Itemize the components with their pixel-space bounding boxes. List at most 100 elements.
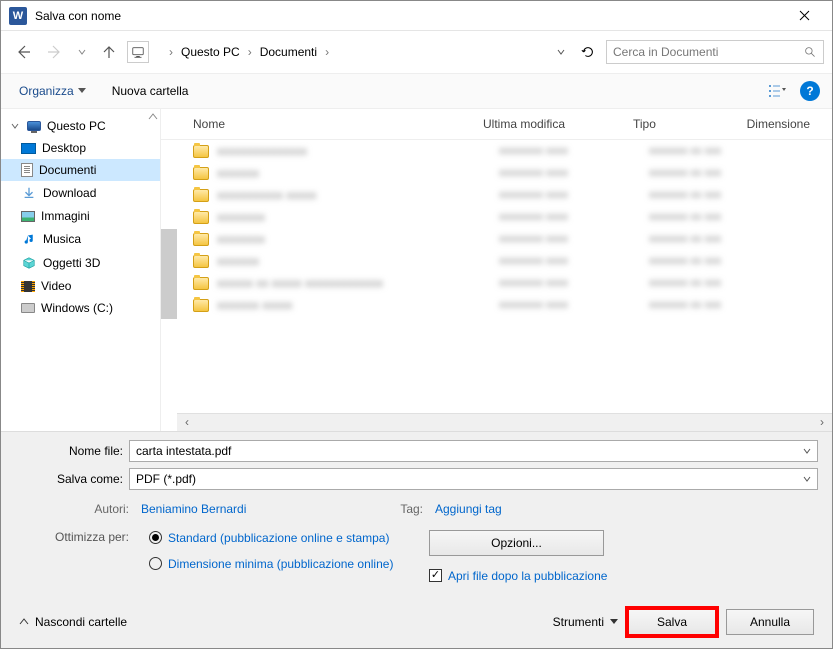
tree-label: Desktop: [42, 141, 86, 155]
breadcrumb-item-documents[interactable]: Documenti: [256, 41, 321, 63]
word-app-icon: W: [9, 7, 27, 25]
cube-icon: [21, 255, 37, 271]
download-icon: [21, 185, 37, 201]
list-item[interactable]: xxxxxxxxxxxxxxxx xxxxxxxxxxx xx xxx: [185, 206, 832, 228]
folder-icon: [193, 167, 209, 180]
tree-item-images[interactable]: Immagini: [1, 205, 160, 227]
radio-standard[interactable]: Standard (pubblicazione online e stampa): [149, 530, 409, 546]
authors-label: Autori:: [59, 502, 129, 516]
folder-icon: [193, 233, 209, 246]
col-modified[interactable]: Ultima modifica: [475, 115, 625, 133]
refresh-button[interactable]: [574, 38, 602, 66]
organize-button[interactable]: Organizza: [13, 80, 92, 102]
options-button[interactable]: Opzioni...: [429, 530, 604, 556]
tags-value[interactable]: Aggiungi tag: [435, 502, 502, 516]
saveas-select[interactable]: PDF (*.pdf): [129, 468, 818, 490]
window-title: Salva con nome: [35, 9, 784, 23]
cancel-button[interactable]: Annulla: [726, 609, 814, 635]
folder-icon: [193, 189, 209, 202]
tree-item-music[interactable]: Musica: [1, 227, 160, 251]
file-list[interactable]: xxxxxxxxxxxxxxxxxxxxxxx xxxxxxxxxxx xx x…: [161, 140, 832, 413]
tree-item-downloads[interactable]: Download: [1, 181, 160, 205]
hide-folders-label: Nascondi cartelle: [35, 615, 127, 629]
tree-root-pc[interactable]: Questo PC: [1, 115, 160, 137]
arrow-up-icon: [101, 44, 117, 60]
col-size[interactable]: Dimensione: [735, 115, 832, 133]
scroll-thumb[interactable]: [161, 229, 177, 319]
save-form: Nome file: carta intestata.pdf Salva com…: [1, 431, 832, 596]
list-item[interactable]: xxxxxxx xxxxxxxxxxxxx xxxxxxxxxxx xx xxx: [185, 294, 832, 316]
tree-label: Oggetti 3D: [43, 256, 100, 270]
folder-icon: [193, 299, 209, 312]
chevron-up-icon: [19, 617, 29, 627]
radio-minimum[interactable]: Dimensione minima (pubblicazione online): [149, 556, 409, 572]
radio-icon: [149, 557, 162, 570]
list-item[interactable]: xxxxxx xx xxxxx xxxxxxxxxxxxxxxxxxxxx xx…: [185, 272, 832, 294]
desktop-icon: [21, 143, 36, 154]
tree-label: Immagini: [41, 209, 90, 223]
tree-item-documents[interactable]: Documenti: [1, 159, 160, 181]
list-item[interactable]: xxxxxxxxxxxxxxxxxxxxxxx xxxxxxxxxxx xx x…: [185, 140, 832, 162]
save-button[interactable]: Salva: [628, 609, 716, 635]
search-icon: [804, 46, 817, 59]
breadcrumb-sep-icon: ›: [246, 45, 254, 59]
breadcrumb-item-pc[interactable]: Questo PC: [177, 41, 244, 63]
close-button[interactable]: [784, 2, 824, 30]
list-item[interactable]: xxxxxxxxxxxxxxx xxxxxxxxxxx xx xxx: [185, 250, 832, 272]
tree-item-video[interactable]: Video: [1, 275, 160, 297]
view-mode-button[interactable]: [760, 79, 794, 103]
folder-tree[interactable]: Questo PC Desktop Documenti Download Imm…: [1, 109, 161, 431]
search-input[interactable]: Cerca in Documenti: [606, 40, 824, 64]
col-type[interactable]: Tipo: [625, 115, 735, 133]
list-item[interactable]: xxxxxxxxxxxxxxx xxxxxxxxxxx xx xxx: [185, 162, 832, 184]
hide-folders-button[interactable]: Nascondi cartelle: [19, 615, 127, 629]
caret-down-icon: [11, 119, 19, 133]
nav-forward-button[interactable]: [41, 38, 69, 66]
breadcrumb: › Questo PC › Documenti ›: [167, 41, 548, 63]
caret-down-icon: [610, 619, 618, 625]
filename-input[interactable]: carta intestata.pdf: [129, 440, 818, 462]
authors-value[interactable]: Beniamino Bernardi: [141, 502, 371, 516]
drive-icon: [21, 303, 35, 313]
checkbox-open-after[interactable]: Apri file dopo la pubblicazione: [429, 568, 818, 584]
radio-label: Standard (pubblicazione online e stampa): [168, 530, 389, 546]
list-view-icon: [768, 84, 786, 98]
music-icon: [21, 231, 37, 247]
optimize-label: Ottimizza per:: [35, 530, 129, 584]
nav-back-button[interactable]: [9, 38, 37, 66]
address-icon[interactable]: [127, 41, 149, 63]
address-dropdown[interactable]: [552, 41, 570, 63]
file-list-pane: Nome Ultima modifica Tipo Dimensione xxx…: [161, 109, 832, 431]
nav-bar: › Questo PC › Documenti › Cerca in Docum…: [1, 31, 832, 73]
save-as-dialog: W Salva con nome › Questo PC › Documenti…: [0, 0, 833, 649]
new-folder-button[interactable]: Nuova cartella: [106, 80, 195, 102]
footer: Nascondi cartelle Strumenti Salva Annull…: [1, 596, 832, 648]
help-button[interactable]: ?: [800, 81, 820, 101]
col-name[interactable]: Nome: [185, 115, 475, 133]
tree-scroll-up-icon[interactable]: [148, 111, 158, 125]
folder-icon: [193, 277, 209, 290]
pictures-icon: [21, 211, 35, 222]
tree-label: Musica: [43, 232, 81, 246]
filename-value: carta intestata.pdf: [136, 444, 231, 458]
pc-icon: [27, 121, 41, 131]
scroll-right-icon[interactable]: ›: [814, 415, 830, 429]
nav-up-button[interactable]: [95, 38, 123, 66]
tree-item-3d-objects[interactable]: Oggetti 3D: [1, 251, 160, 275]
dropdown-icon[interactable]: [803, 472, 811, 486]
list-item[interactable]: xxxxxxxxxxx xxxxxxxxxxxxx xxxxxxxxxxx xx…: [185, 184, 832, 206]
radio-label: Dimensione minima (pubblicazione online): [168, 556, 393, 572]
tags-label: Tag:: [383, 502, 423, 516]
checkbox-icon: [429, 569, 442, 582]
horizontal-scrollbar[interactable]: ‹ ›: [177, 413, 832, 431]
nav-recent-dropdown[interactable]: [73, 41, 91, 63]
tools-dropdown[interactable]: Strumenti: [553, 615, 618, 629]
folder-icon: [193, 145, 209, 158]
scroll-left-icon[interactable]: ‹: [179, 415, 195, 429]
tree-item-desktop[interactable]: Desktop: [1, 137, 160, 159]
list-item[interactable]: xxxxxxxxxxxxxxxx xxxxxxxxxxx xx xxx: [185, 228, 832, 250]
dropdown-icon[interactable]: [803, 444, 811, 458]
tree-item-drive-c[interactable]: Windows (C:): [1, 297, 160, 319]
filename-label: Nome file:: [1, 444, 129, 458]
radio-icon: [149, 531, 162, 544]
